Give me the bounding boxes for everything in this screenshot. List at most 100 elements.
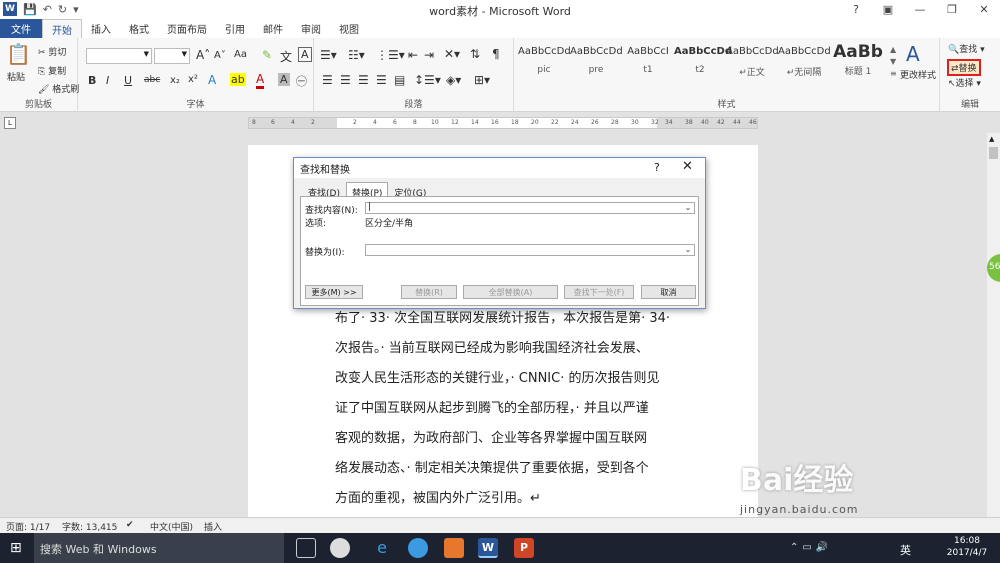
phonetic-icon[interactable]: 文	[280, 48, 292, 65]
page-count[interactable]: 页面: 1/17	[6, 520, 50, 533]
style-pic[interactable]: AaBbCcDd pic	[518, 46, 571, 86]
numbering-icon[interactable]: ☷▾	[348, 48, 365, 62]
bold-button[interactable]: B	[88, 74, 96, 87]
document-body[interactable]: 布了· 33· 次全国互联网发展统计报告，本次报告是第· 34· 次报告。· 当…	[335, 304, 675, 514]
style-pre[interactable]: AaBbCcDd pre	[570, 46, 623, 86]
tray-icons[interactable]: ⌃▭🔊	[790, 542, 832, 553]
clear-format-icon[interactable]: ✎	[262, 48, 272, 62]
language[interactable]: 中文(中国)	[150, 520, 193, 533]
tab-format[interactable]: 格式	[120, 19, 158, 38]
help-icon[interactable]: ?	[840, 0, 872, 19]
find-next-button[interactable]: 查找下一处(F)	[564, 285, 634, 299]
font-color-icon[interactable]: A	[256, 72, 265, 89]
style-no-spacing[interactable]: AaBbCcDd ↵无间隔	[778, 46, 831, 86]
tab-mailings[interactable]: 邮件	[254, 19, 292, 38]
minimize-icon[interactable]: —	[904, 0, 936, 19]
scroll-thumb[interactable]	[989, 147, 998, 159]
tab-references[interactable]: 引用	[216, 19, 254, 38]
style-t2[interactable]: AaBbCcDd t2	[674, 46, 732, 86]
increase-indent-icon[interactable]: ⇥	[424, 48, 434, 62]
word-taskbar-icon[interactable]: W	[478, 538, 498, 558]
asian-layout-icon[interactable]: ✕▾	[444, 47, 460, 61]
browser-icon[interactable]	[408, 538, 428, 558]
italic-button[interactable]: I	[106, 74, 109, 87]
styles-scroll-icon[interactable]: ▲ ▼ ≡	[890, 44, 897, 80]
more-button[interactable]: 更多(M) >>	[305, 285, 363, 299]
fox-app-icon[interactable]	[444, 538, 464, 558]
copy-button[interactable]: ⎘ 复制	[38, 64, 66, 77]
enclose-char-icon[interactable]: ㊀	[296, 73, 307, 89]
line-spacing-icon[interactable]: ↕☰▾	[414, 73, 441, 87]
task-view-icon[interactable]	[296, 538, 316, 558]
justify-icon[interactable]: ☰	[376, 73, 387, 87]
superscript-icon[interactable]: x²	[188, 74, 198, 85]
chevron-down-icon[interactable]: ⌄	[682, 245, 694, 255]
bullets-icon[interactable]: ☰▾	[320, 48, 337, 62]
select-button[interactable]: ↖选择 ▾	[948, 76, 981, 89]
tab-stop-selector-icon[interactable]: L	[4, 117, 16, 129]
grow-font-button[interactable]: A˄	[196, 48, 210, 62]
taskbar-search[interactable]: 搜索 Web 和 Windows	[34, 533, 284, 563]
replace-with-input[interactable]: ⌄	[365, 244, 695, 256]
multilevel-list-icon[interactable]: ⋮☰▾	[376, 48, 405, 62]
dialog-help-button[interactable]: ?	[654, 161, 660, 174]
distributed-icon[interactable]: ▤	[394, 73, 405, 87]
app-icon-1[interactable]	[330, 538, 350, 558]
align-right-icon[interactable]: ☰	[358, 73, 369, 87]
insert-mode[interactable]: 插入	[204, 520, 222, 533]
decrease-indent-icon[interactable]: ⇤	[408, 48, 418, 62]
ime-indicator[interactable]: 英	[900, 542, 911, 558]
windows-start-icon[interactable]: ⊞	[10, 540, 22, 556]
tab-home[interactable]: 开始	[42, 19, 82, 38]
shading-icon[interactable]: ◈▾	[446, 73, 461, 87]
tab-page-layout[interactable]: 页面布局	[158, 19, 216, 38]
style-heading-1[interactable]: AaBb 标题 1	[830, 42, 886, 86]
sort-icon[interactable]: ⇅	[470, 47, 480, 61]
cut-button[interactable]: ✂ 剪切	[38, 45, 66, 58]
tab-insert[interactable]: 插入	[82, 19, 120, 38]
tab-view[interactable]: 视图	[330, 19, 368, 38]
subscript-icon[interactable]: x₂	[170, 75, 180, 86]
tab-review[interactable]: 审阅	[292, 19, 330, 38]
ribbon-display-icon[interactable]: ▣	[872, 0, 904, 19]
align-left-icon[interactable]: ☰	[322, 73, 333, 87]
find-button[interactable]: 🔍查找 ▾	[948, 42, 985, 55]
close-icon[interactable]: ✕	[968, 0, 1000, 19]
style-t1[interactable]: AaBbCcI t1	[622, 46, 674, 86]
edge-icon[interactable]: e	[372, 538, 392, 558]
style-normal[interactable]: AaBbCcDd ↵正文	[726, 46, 779, 86]
borders-icon[interactable]: ⊞▾	[474, 73, 490, 87]
restore-icon[interactable]: ❐	[936, 0, 968, 19]
taskbar-clock[interactable]: 16:08 2017/4/7	[943, 535, 991, 559]
cancel-button[interactable]: 取消	[641, 285, 696, 299]
change-case-button[interactable]: Aa	[234, 49, 247, 60]
format-painter-button[interactable]: 🖌 格式刷	[38, 82, 79, 95]
tab-file[interactable]: 文件	[0, 19, 42, 38]
replace-all-button[interactable]: 全部替换(A)	[463, 285, 558, 299]
char-border-icon[interactable]: A	[298, 47, 312, 62]
powerpoint-taskbar-icon[interactable]: P	[514, 538, 534, 558]
align-center-icon[interactable]: ☰	[340, 73, 351, 87]
text-effects-icon[interactable]: A	[208, 73, 216, 87]
highlight-icon[interactable]: ab	[230, 73, 246, 86]
font-name-combo[interactable]: ▼	[86, 48, 152, 64]
font-size-combo[interactable]: ▼	[154, 48, 190, 64]
horizontal-ruler[interactable]: 8 6 4 2 2 4 6 8 10 12 14 16 18 20 22 24 …	[248, 117, 758, 129]
strikethrough-button[interactable]: abc	[144, 75, 160, 85]
chevron-down-icon[interactable]: ⌄	[682, 203, 694, 213]
paste-icon[interactable]: 📋	[6, 42, 31, 66]
proofing-icon[interactable]: ✔	[126, 520, 134, 530]
change-styles-icon[interactable]: A	[906, 42, 920, 66]
change-styles-button[interactable]: 更改样式	[900, 68, 936, 81]
replace-button-dialog[interactable]: 替换(R)	[401, 285, 457, 299]
scroll-up-icon[interactable]: ▲	[989, 135, 994, 143]
replace-button[interactable]: ⇄替换	[947, 59, 981, 76]
word-count[interactable]: 字数: 13,415	[62, 520, 117, 533]
show-marks-icon[interactable]: ¶	[492, 47, 500, 61]
dialog-close-icon[interactable]: ✕	[682, 159, 693, 174]
shrink-font-button[interactable]: A˅	[214, 50, 226, 61]
underline-button[interactable]: U	[124, 74, 132, 87]
char-shading-icon[interactable]: A	[278, 73, 290, 86]
paste-button[interactable]: 粘贴	[7, 70, 25, 83]
find-what-input[interactable]: | ⌄	[365, 202, 695, 214]
